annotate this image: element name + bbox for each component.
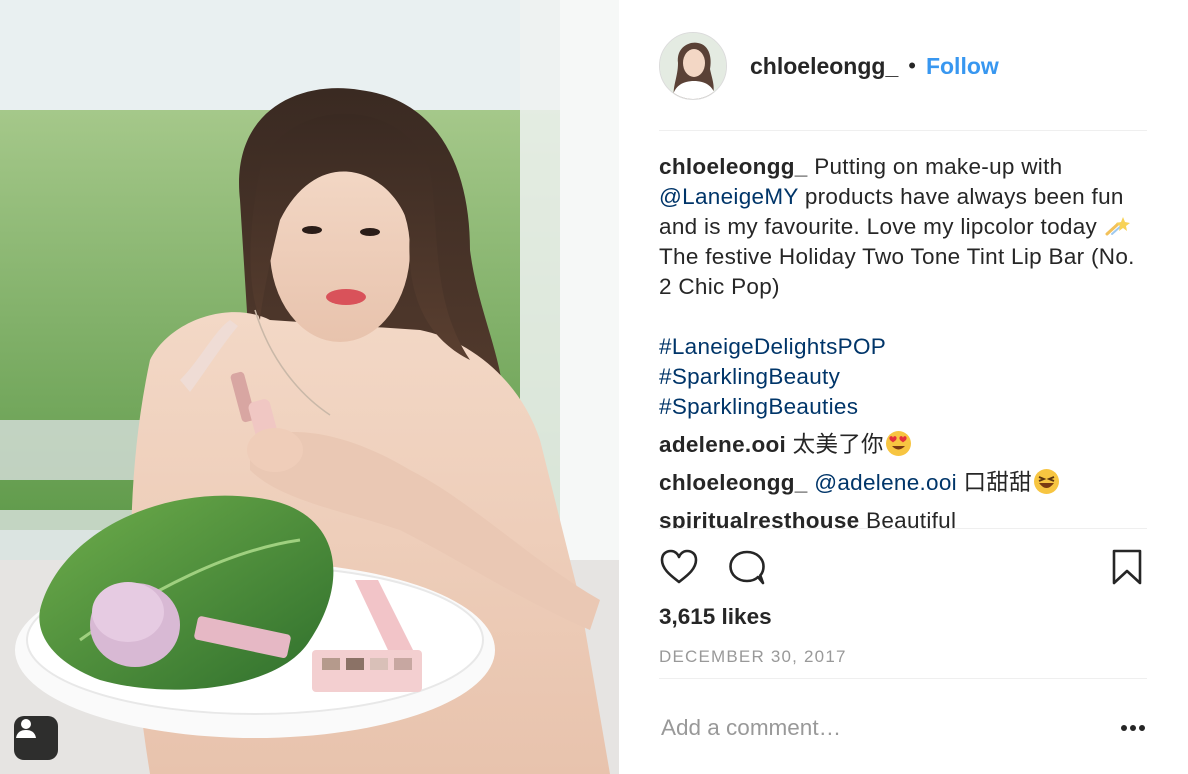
hashtag-3[interactable]: #SparklingBeauties bbox=[659, 392, 1139, 422]
footer-divider bbox=[659, 678, 1147, 679]
post-header: chloeleongg_ • Follow bbox=[659, 32, 999, 100]
comments-divider bbox=[659, 528, 1147, 529]
post-side-panel: chloeleongg_ • Follow chloeleongg_ Putti… bbox=[619, 0, 1188, 774]
comment-username[interactable]: spiritualresthouse bbox=[659, 508, 859, 528]
post-photo[interactable] bbox=[0, 0, 619, 774]
avatar[interactable] bbox=[659, 32, 727, 100]
comment-username[interactable]: chloeleongg_ bbox=[659, 470, 808, 495]
hashtag-1[interactable]: #LaneigeDelightsPOP bbox=[659, 332, 1139, 362]
user-tag-icon bbox=[16, 719, 36, 738]
action-bar bbox=[659, 548, 1147, 588]
avatar-image bbox=[660, 33, 726, 99]
caption: chloeleongg_ Putting on make-up with @La… bbox=[659, 152, 1139, 422]
user-tag-button[interactable] bbox=[14, 716, 58, 760]
caption-mention[interactable]: @LaneigeMY bbox=[659, 184, 798, 209]
header-separator: • bbox=[908, 53, 916, 78]
comment-item: spiritualresthouse Beautiful bbox=[659, 506, 1139, 528]
bookmark-icon[interactable] bbox=[1111, 548, 1143, 586]
comment-item: adelene.ooi 太美了你 bbox=[659, 430, 1139, 460]
comment-item: chloeleongg_ @adelene.ooi 口甜甜 bbox=[659, 468, 1139, 498]
comment-mention[interactable]: @adelene.ooi bbox=[814, 470, 957, 495]
add-comment-input[interactable] bbox=[661, 710, 1081, 746]
post-photo-illustration bbox=[0, 0, 619, 774]
follow-button[interactable]: Follow bbox=[926, 53, 999, 80]
comment-text: 口甜甜 bbox=[963, 470, 1032, 495]
caption-text-3: The festive Holiday Two Tone Tint Lip Ba… bbox=[659, 244, 1135, 299]
comment-username[interactable]: adelene.ooi bbox=[659, 432, 786, 457]
header-username[interactable]: chloeleongg_ bbox=[750, 53, 898, 80]
post-date[interactable]: DECEMBER 30, 2017 bbox=[659, 647, 847, 667]
header-divider bbox=[659, 130, 1147, 131]
comments-list[interactable]: chloeleongg_ Putting on make-up with @La… bbox=[659, 152, 1139, 528]
more-options-icon[interactable] bbox=[1119, 718, 1147, 738]
instagram-post: chloeleongg_ • Follow chloeleongg_ Putti… bbox=[0, 0, 1188, 774]
heart-outline-icon[interactable] bbox=[659, 548, 699, 586]
dizzy-emoji-icon bbox=[1105, 217, 1130, 236]
comment-text: 太美了你 bbox=[792, 432, 884, 457]
hashtag-2[interactable]: #SparklingBeauty bbox=[659, 362, 1139, 392]
comment-bubble-icon[interactable] bbox=[727, 548, 767, 586]
comment-text: Beautiful bbox=[866, 508, 957, 528]
caption-text-1: Putting on make-up with bbox=[814, 154, 1063, 179]
heart-eyes-emoji-icon bbox=[885, 431, 911, 456]
caption-username[interactable]: chloeleongg_ bbox=[659, 154, 808, 179]
laughing-emoji-icon bbox=[1033, 469, 1059, 494]
likes-count[interactable]: 3,615 likes bbox=[659, 604, 772, 630]
